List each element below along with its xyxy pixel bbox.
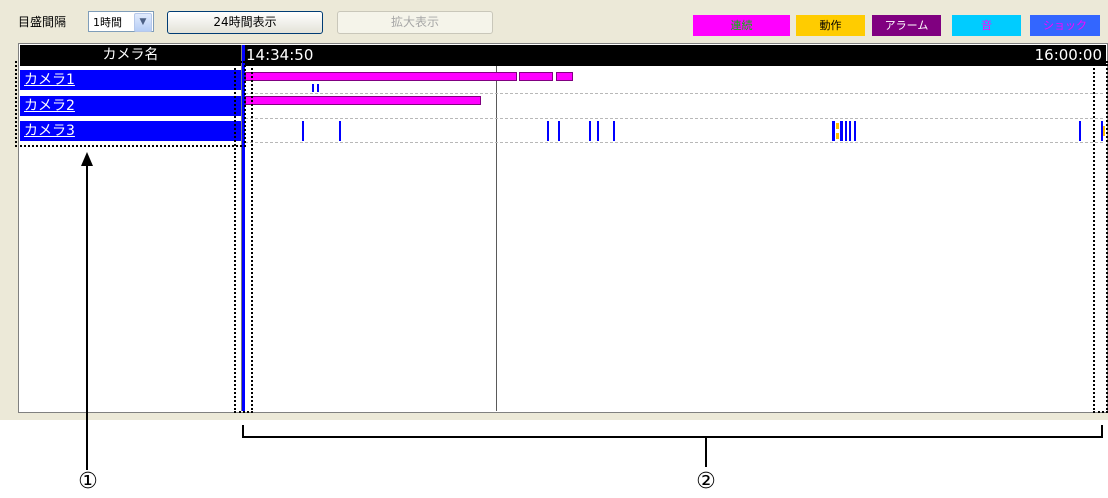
arrow-up-icon bbox=[81, 152, 93, 166]
callout-overlay bbox=[81, 152, 1103, 470]
callout-number-2: ② bbox=[696, 469, 716, 494]
callout-number-1: ① bbox=[78, 469, 98, 494]
range-bracket bbox=[242, 425, 1103, 438]
